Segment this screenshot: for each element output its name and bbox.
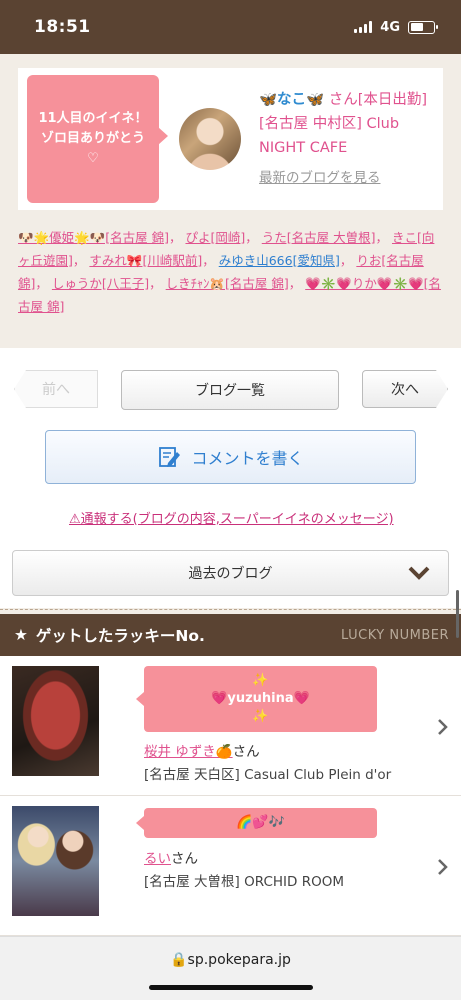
network-type: 4G: [380, 19, 400, 35]
like-message-bubble: 11人目のイイネ！ ゾロ目ありがとう♡: [27, 75, 168, 203]
cast-name[interactable]: 🦋なこ🦋: [259, 92, 324, 108]
lucky-number-list: ✨ 💗yuzuhina💗 ✨ 桜井 ゆずき🍊さん [名古屋 天白区] Casua…: [0, 656, 461, 936]
scrollbar[interactable]: [456, 590, 459, 638]
liked-user-link[interactable]: しゅうか[八王子]: [52, 276, 149, 291]
cast-name-line: 🦋なこ🦋 さん[本日出勤]: [259, 88, 433, 112]
write-comment-button[interactable]: コメントを書く: [45, 430, 416, 484]
liked-user-link[interactable]: しきﾁｬﾝ🐹[名古屋 錦]: [166, 276, 289, 291]
liked-user-link[interactable]: ぴよ[岡崎]: [185, 230, 245, 245]
blog-list-button[interactable]: ブログ一覧: [121, 370, 339, 410]
item-name-link[interactable]: 桜井 ゆずき🍊: [144, 744, 233, 760]
liked-users-list: 🐶🌟優姫🌟🐶[名古屋 錦]， ぴよ[岡崎]， うた[名古屋 大曽根]， きこ[向…: [18, 230, 441, 314]
battery-icon: [408, 20, 438, 34]
chevron-right-icon[interactable]: [437, 858, 449, 876]
browser-url-bar[interactable]: 🔒sp.pokepara.jp: [0, 936, 461, 1000]
prev-button[interactable]: 前へ: [14, 370, 98, 408]
item-name-link[interactable]: るい: [144, 851, 171, 867]
cast-avatar[interactable]: [179, 108, 241, 170]
liked-user-link[interactable]: うた[名古屋 大曽根]: [262, 230, 376, 245]
item-name-suffix: さん: [171, 851, 198, 867]
list-item[interactable]: ✨ 💗yuzuhina💗 ✨ 桜井 ゆずき🍊さん [名古屋 天白区] Casua…: [0, 656, 461, 796]
lucky-number-subtitle: LUCKY NUMBER: [341, 627, 449, 643]
cast-card[interactable]: 11人目のイイネ！ ゾロ目ありがとう♡ 🦋なこ🦋 さん[本日出勤] [名古屋 中…: [18, 68, 443, 210]
chevron-down-icon: [408, 566, 430, 580]
url-text: sp.pokepara.jp: [187, 952, 291, 968]
cast-info: 🦋なこ🦋 さん[本日出勤] [名古屋 中村区] Club NIGHT CAFE …: [259, 88, 433, 190]
item-shop: [名古屋 天白区] Casual Club Plein d'or: [144, 767, 392, 783]
item-name-line: 桜井 ゆずき🍊さん: [144, 740, 260, 760]
item-message-tag: 🌈💕🎶: [136, 808, 377, 838]
liked-user-link[interactable]: すみれ🎀[川崎駅前]: [89, 253, 202, 268]
item-name-suffix: さん: [232, 744, 260, 760]
liked-user-link[interactable]: 🐶🌟優姫🌟🐶[名古屋 錦]: [18, 230, 169, 245]
lock-icon: 🔒: [170, 952, 188, 968]
blog-header-area: 11人目のイイネ！ ゾロ目ありがとう♡ 🦋なこ🦋 さん[本日出勤] [名古屋 中…: [0, 54, 461, 210]
item-shop: [名古屋 大曽根] ORCHID ROOM: [144, 874, 344, 890]
blog-navigation: 前へ ブログ一覧 次へ コメントを書く ⚠通報する(ブログの内容,スーパーイイネ…: [0, 348, 461, 608]
cast-status: さん[本日出勤]: [324, 92, 428, 108]
liked-user-link[interactable]: みゆき山666[愛知県]: [219, 253, 340, 268]
item-thumbnail[interactable]: [12, 806, 99, 916]
latest-blog-link[interactable]: 最新のブログを見る: [259, 166, 381, 190]
status-icons: 4G: [354, 19, 438, 35]
past-blog-label: 過去のブログ: [188, 566, 273, 582]
status-bar: 18:51 4G: [0, 0, 461, 54]
list-item[interactable]: 🌈💕🎶 るいさん [名古屋 大曽根] ORCHID ROOM: [0, 796, 461, 936]
next-button[interactable]: 次へ: [362, 370, 448, 408]
star-icon: ★: [14, 626, 28, 644]
status-time: 18:51: [34, 17, 91, 37]
write-comment-label: コメントを書く: [191, 449, 304, 468]
pen-icon: [159, 447, 181, 467]
item-thumbnail[interactable]: [12, 666, 99, 776]
item-name-line: るいさん: [144, 847, 198, 867]
signal-icon: [354, 21, 373, 33]
url-line: 🔒sp.pokepara.jp: [0, 952, 461, 968]
chevron-right-icon[interactable]: [437, 718, 449, 736]
home-indicator[interactable]: [149, 985, 313, 990]
report-link[interactable]: ⚠通報する(ブログの内容,スーパーイイネのメッセージ): [69, 508, 394, 527]
lucky-number-title: ゲットしたラッキーNo.: [35, 627, 205, 645]
past-blog-dropdown[interactable]: 過去のブログ: [12, 550, 449, 596]
lucky-number-header: ★ ゲットしたラッキーNo. LUCKY NUMBER: [0, 614, 461, 656]
item-message-tag: ✨ 💗yuzuhina💗 ✨: [136, 666, 377, 732]
cast-shop[interactable]: [名古屋 中村区] Club NIGHT CAFE: [259, 112, 433, 160]
